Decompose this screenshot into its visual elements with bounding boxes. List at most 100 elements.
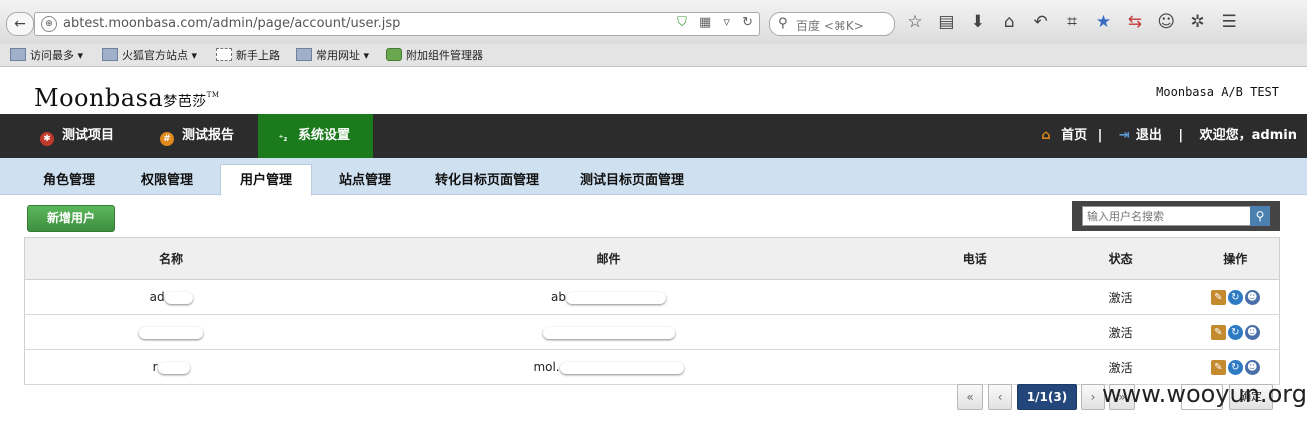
dropdown-arrow-icon[interactable]: ▿ — [723, 15, 730, 30]
phone-cell — [899, 349, 1050, 385]
column-header-actions: 操作 — [1191, 237, 1280, 280]
user-table: 名称 邮件 电话 状态 操作 ad ab 激活 ✎ ↻ ☻ 激活 ✎ ↻ ☻ r mol… — [24, 237, 1280, 385]
redaction-mark — [157, 361, 190, 374]
report-grid-icon: # — [160, 132, 174, 146]
status-cell: 激活 — [1049, 314, 1192, 350]
bookmark-label: 新手上路 — [236, 49, 280, 62]
nav-test-projects[interactable]: ✱ 测试项目 — [30, 114, 150, 158]
redaction-mark — [566, 291, 667, 304]
user-name: r — [152, 360, 158, 374]
house-icon: ⌂ — [1041, 128, 1051, 143]
tab-conversion-page-management[interactable]: 转化目标页面管理 — [425, 165, 549, 194]
email-cell: mol. — [317, 349, 900, 385]
actions-cell: ✎ ↻ ☻ — [1191, 279, 1280, 315]
column-header-email: 邮件 — [317, 237, 900, 280]
nav-label: 测试报告 — [182, 128, 235, 143]
globe-icon: ⊕ — [41, 16, 57, 32]
user-role-icon[interactable]: ☻ — [1244, 359, 1260, 375]
search-icon[interactable]: ⚲ — [1250, 206, 1270, 226]
logout-label: 退出 — [1135, 128, 1162, 143]
download-icon[interactable]: ⬇ — [965, 12, 991, 32]
reset-password-icon[interactable]: ↻ — [1227, 289, 1243, 305]
bookmark-addons[interactable]: 附加组件管理器 — [386, 47, 483, 63]
menu-icon[interactable]: ☰ — [1216, 12, 1242, 32]
undo-icon[interactable]: ↶ — [1028, 12, 1054, 32]
prev-page-button[interactable]: ‹ — [988, 384, 1012, 410]
reset-password-icon[interactable]: ↻ — [1227, 359, 1243, 375]
bookmarks-bar: 访问最多 ▾ 火狐官方站点 ▾ 新手上路 常用网址 ▾ 附加组件管理器 — [0, 44, 1307, 67]
welcome-text: 欢迎您，admin — [1199, 128, 1297, 143]
reload-icon[interactable]: ↻ — [742, 15, 753, 30]
user-email: mol. — [533, 360, 560, 374]
bookmark-getting-started[interactable]: 新手上路 — [216, 47, 280, 63]
user-nav: ⌂ 首页 | ⇥ 退出 | 欢迎您，admin — [1029, 114, 1297, 158]
logo-cn-text: 梦芭莎 — [163, 94, 207, 110]
tab-user-management[interactable]: 用户管理 — [220, 164, 312, 196]
edit-icon[interactable]: ✎ — [1210, 324, 1226, 340]
bookmark-label: 常用网址 — [316, 49, 360, 62]
bookmark-firefox-site[interactable]: 火狐官方站点 ▾ — [102, 47, 197, 63]
home-label: 首页 — [1061, 128, 1088, 143]
chat-icon[interactable]: ☺ — [1153, 12, 1179, 32]
edit-icon[interactable]: ✎ — [1210, 289, 1226, 305]
nav-label: 测试项目 — [62, 128, 115, 143]
add-user-button[interactable]: 新增用户 — [27, 205, 115, 232]
name-cell: r — [24, 349, 318, 385]
user-role-icon[interactable]: ☻ — [1244, 324, 1260, 340]
table-row: 激活 ✎ ↻ ☻ — [24, 314, 1280, 350]
user-role-icon[interactable]: ☻ — [1244, 289, 1260, 305]
test-project-icon: ✱ — [40, 132, 54, 146]
browser-search-placeholder: 百度 <⌘K> — [796, 19, 864, 33]
bookmark-common-sites[interactable]: 常用网址 ▾ — [296, 47, 369, 63]
folder-icon — [102, 48, 118, 61]
settings-icon[interactable]: ✲ — [1185, 12, 1211, 32]
favorite-star-icon[interactable]: ★ — [1090, 12, 1116, 32]
edit-icon[interactable]: ✎ — [1210, 359, 1226, 375]
nav-test-reports[interactable]: # 测试报告 — [150, 114, 260, 158]
site-logo[interactable]: Moonbasa梦芭莎TM — [34, 84, 220, 112]
logo-text: Moonbasa — [34, 84, 164, 112]
name-cell — [24, 314, 318, 350]
column-header-name: 名称 — [24, 237, 318, 280]
site-tagline: Moonbasa A/B TEST — [1156, 85, 1279, 99]
nav-label: 系统设置 — [298, 128, 351, 143]
bookmark-star-icon[interactable]: ☆ — [902, 12, 928, 32]
home-icon[interactable]: ⌂ — [996, 12, 1022, 32]
tab-site-management[interactable]: 站点管理 — [328, 165, 402, 194]
bookmark-most-visited[interactable]: 访问最多 ▾ — [10, 47, 83, 63]
tab-test-page-management[interactable]: 测试目标页面管理 — [570, 165, 694, 194]
sync-arrows-icon[interactable]: ⇆ — [1122, 12, 1148, 32]
bookmark-label: 附加组件管理器 — [406, 49, 483, 62]
nav-system-settings[interactable]: ⁺₂ 系统设置 — [258, 114, 373, 158]
table-header-row: 名称 邮件 电话 状态 操作 — [24, 237, 1280, 280]
sub-nav: 角色管理 权限管理 用户管理 站点管理 转化目标页面管理 测试目标页面管理 — [0, 158, 1307, 196]
back-button[interactable]: ← — [6, 12, 34, 36]
table-row: ad ab 激活 ✎ ↻ ☻ — [24, 279, 1280, 315]
current-page-indicator: 1/1(3) — [1017, 384, 1077, 410]
reset-password-icon[interactable]: ↻ — [1227, 324, 1243, 340]
bookmark-label: 访问最多 — [30, 49, 74, 62]
qr-code-icon[interactable]: ▦ — [699, 15, 711, 30]
puzzle-icon — [386, 48, 402, 61]
crop-icon[interactable]: ⌗ — [1059, 12, 1085, 32]
url-actions: ⛉ ▦ ▿ ↻ — [669, 15, 753, 30]
logo-trademark: TM — [206, 91, 220, 99]
user-email: ab — [551, 290, 567, 304]
reading-list-icon[interactable]: ▤ — [933, 12, 959, 32]
logout-link[interactable]: ⇥ 退出 — [1113, 128, 1162, 143]
first-page-button[interactable]: « — [957, 384, 983, 410]
separator: | — [1178, 128, 1184, 143]
user-search-input[interactable] — [1082, 206, 1252, 226]
browser-toolbar-icons: ☆ ▤ ⬇ ⌂ ↶ ⌗ ★ ⇆ ☺ ✲ ☰ — [902, 12, 1242, 32]
phone-cell — [899, 279, 1050, 315]
tab-role-management[interactable]: 角色管理 — [32, 165, 106, 194]
browser-search-box[interactable]: ⚲ 百度 <⌘K> — [769, 12, 895, 36]
phone-cell — [899, 314, 1050, 350]
bookmark-label: 火狐官方站点 — [122, 49, 188, 62]
shield-icon[interactable]: ⛉ — [677, 15, 687, 30]
tab-permission-management[interactable]: 权限管理 — [130, 165, 204, 194]
watermark-text: www.wooyun.org — [1102, 380, 1307, 408]
main-nav: ✱ 测试项目 # 测试报告 ⁺₂ 系统设置 ⌂ 首页 | ⇥ 退出 | 欢迎您，admi… — [0, 114, 1307, 158]
home-link[interactable]: ⌂ 首页 — [1035, 128, 1087, 143]
url-bar[interactable]: ⊕ abtest.moonbasa.com/admin/page/account… — [34, 12, 760, 36]
